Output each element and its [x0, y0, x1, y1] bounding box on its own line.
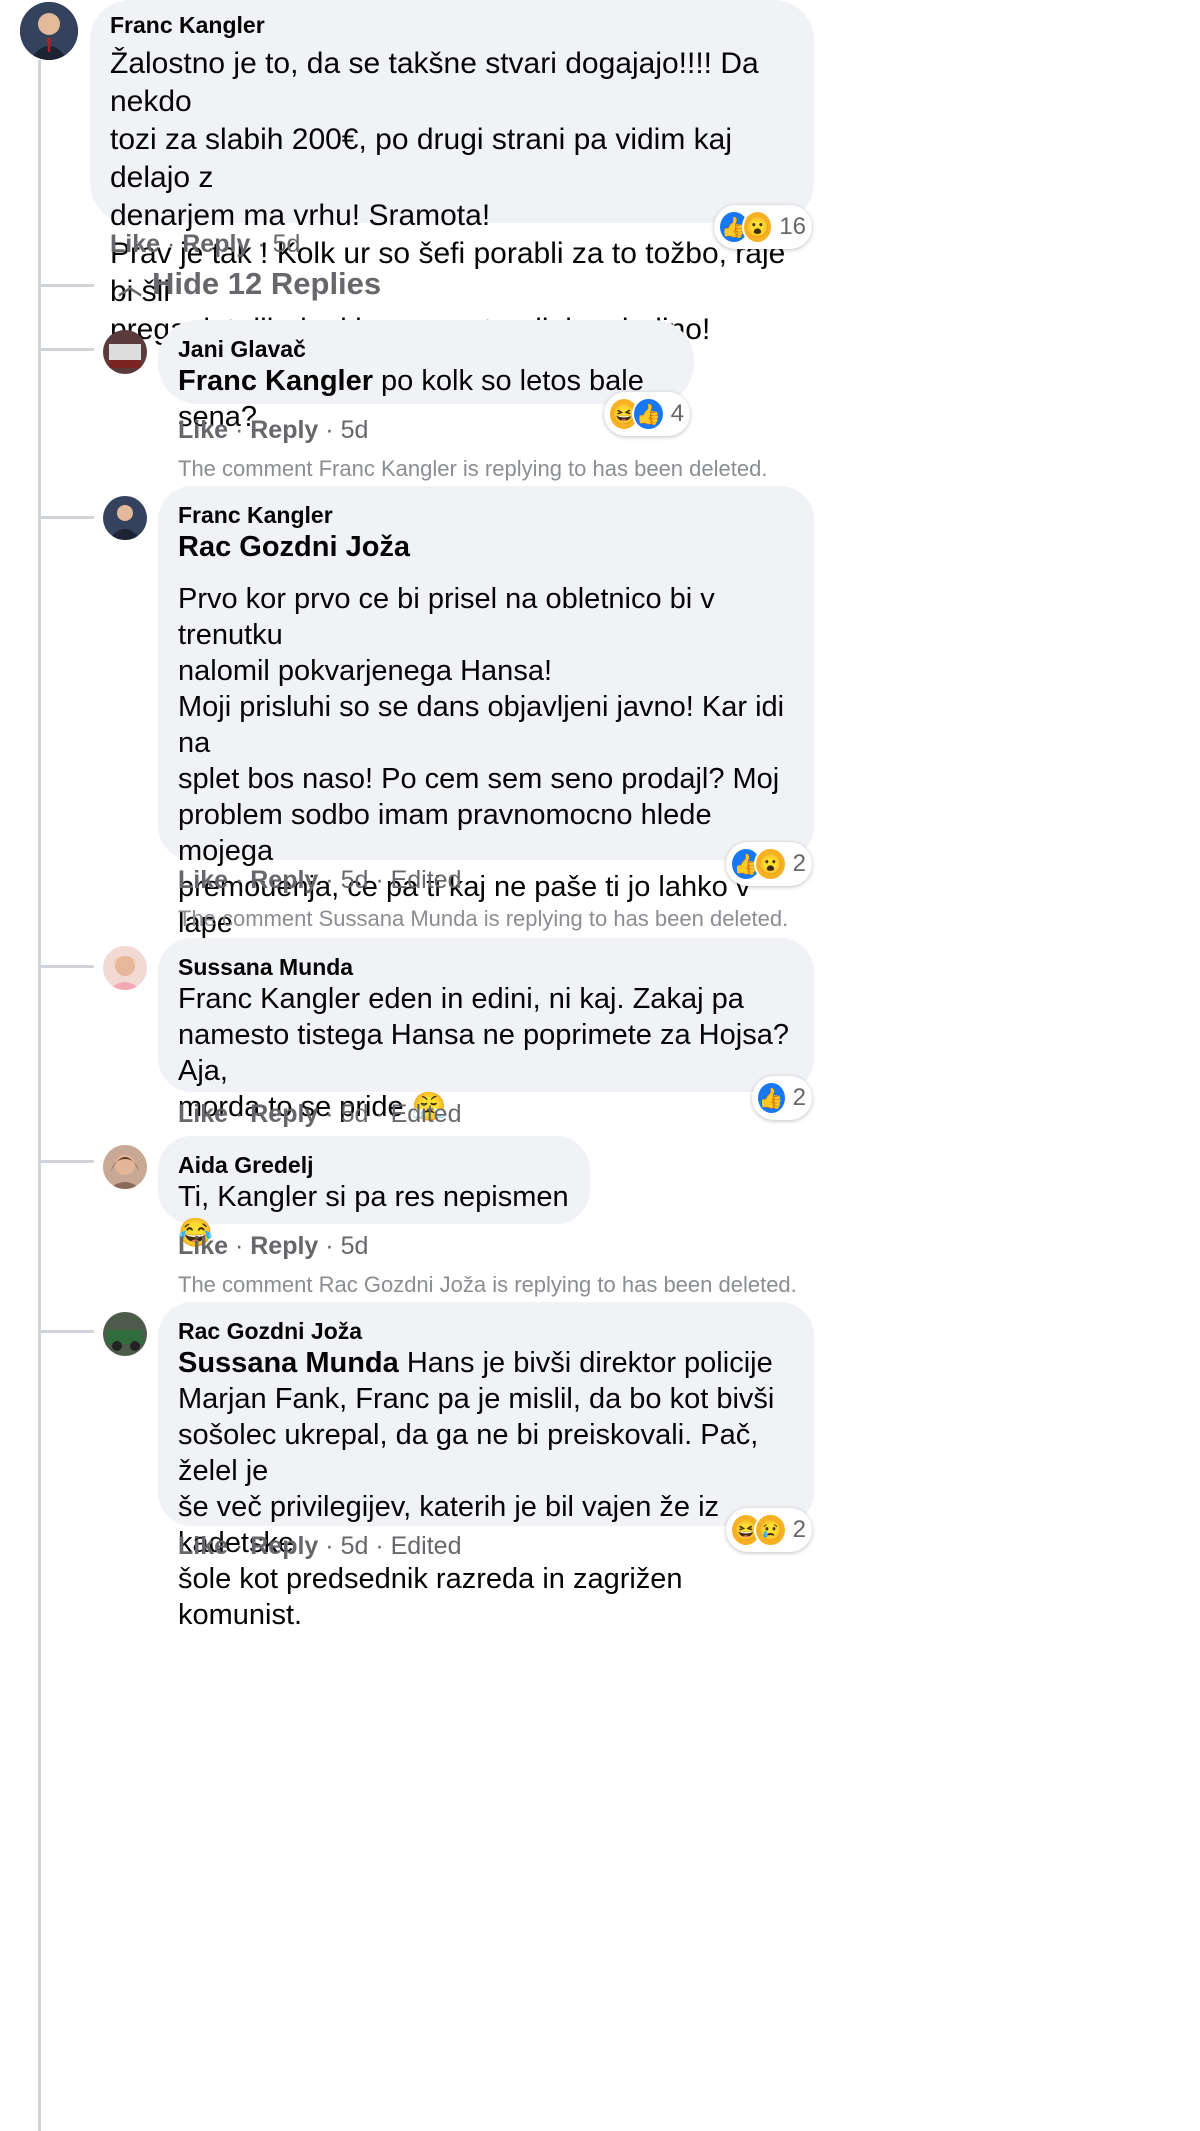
reply-button[interactable]: Reply	[250, 416, 318, 444]
comment-author[interactable]: Franc Kangler	[178, 502, 794, 529]
like-button[interactable]: Like	[178, 1232, 228, 1260]
reaction-count: 2	[792, 1516, 806, 1543]
reply-button[interactable]: Reply	[250, 1532, 318, 1560]
reaction-summary[interactable]: 😆 😢 2	[726, 1508, 812, 1552]
like-button[interactable]: Like	[110, 230, 160, 258]
hide-replies-button[interactable]: ︿ Hide 12 Replies	[118, 266, 381, 302]
comment-actions: Like · Reply · 5d · Edited	[178, 866, 462, 894]
reaction-summary[interactable]: 😆 👍 4	[604, 392, 690, 436]
comment-author[interactable]: Rac Gozdni Joža	[178, 1318, 794, 1345]
reply-bubble: Aida Gredelj Ti, Kangler si pa res nepis…	[158, 1136, 590, 1248]
deleted-notice: The comment Sussana Munda is replying to…	[178, 906, 789, 931]
timestamp[interactable]: 5d	[341, 1532, 369, 1560]
comment-actions: Like · Reply · 5d · Edited	[178, 1532, 462, 1560]
reply-bubble: Sussana Munda Franc Kangler eden in edin…	[158, 938, 814, 1123]
comment-text: Žalostno je to, da se takšne stvari doga…	[110, 47, 786, 346]
comment-author[interactable]: Franc Kangler	[110, 12, 792, 39]
thread-branch	[38, 1160, 94, 1163]
comment-text: Sussana Munda Hans je bivši direktor pol…	[178, 1347, 775, 1631]
mention-link[interactable]: Rac Gozdni Joža	[178, 531, 410, 563]
reply-bubble: Jani Glavač Franc Kangler po kolk so let…	[158, 320, 694, 433]
comment-actions: Like · Reply · 5d	[178, 1232, 369, 1260]
edited-label: Edited	[390, 866, 462, 894]
timestamp[interactable]: 5d	[341, 416, 369, 444]
reaction-count: 4	[670, 400, 684, 427]
reaction-count: 16	[779, 213, 806, 240]
reaction-summary[interactable]: 👍 2	[752, 1076, 812, 1120]
thread-branch	[38, 965, 94, 968]
mention-link[interactable]: Sussana Munda	[178, 1347, 399, 1379]
reaction-count: 2	[792, 1084, 806, 1111]
comment-text: Rac Gozdni Joža	[178, 529, 794, 565]
avatar[interactable]	[103, 1312, 147, 1356]
comment-author[interactable]: Sussana Munda	[178, 954, 794, 981]
comment-actions: Like · Reply · 5d · Edited	[178, 1100, 462, 1128]
reply-button[interactable]: Reply	[250, 1232, 318, 1260]
edited-label: Edited	[390, 1100, 462, 1128]
reply-button[interactable]: Reply	[250, 1100, 318, 1128]
avatar[interactable]	[103, 946, 147, 990]
main-comment-bubble: Franc Kangler Žalostno je to, da se takš…	[90, 0, 814, 346]
reply-bubble: Rac Gozdni Joža Sussana Munda Hans je bi…	[158, 1302, 814, 1631]
comment-actions: Like · Reply · 5d	[110, 230, 301, 258]
timestamp[interactable]: 5d	[273, 230, 301, 258]
mention-link[interactable]: Franc Kangler	[178, 365, 373, 397]
timestamp[interactable]: 5d	[341, 866, 369, 894]
like-button[interactable]: Like	[178, 416, 228, 444]
like-button[interactable]: Like	[178, 1100, 228, 1128]
thread-branch	[38, 348, 94, 351]
comment-author[interactable]: Jani Glavač	[178, 336, 676, 363]
avatar[interactable]	[103, 1145, 147, 1189]
like-button[interactable]: Like	[178, 866, 228, 894]
thread-line	[38, 60, 41, 2131]
avatar[interactable]	[103, 330, 147, 374]
reply-button[interactable]: Reply	[250, 866, 318, 894]
deleted-notice: The comment Rac Gozdni Joža is replying …	[178, 1272, 797, 1297]
comment-actions: Like · Reply · 5d	[178, 416, 369, 444]
thread-branch	[38, 1330, 94, 1333]
sad-icon: 😢	[754, 1513, 787, 1547]
reply-bubble: Franc Kangler Rac Gozdni Joža Prvo kor p…	[158, 486, 814, 1083]
reaction-count: 2	[792, 850, 806, 877]
like-button[interactable]: Like	[178, 1532, 228, 1560]
chevron-up-icon: ︿	[118, 273, 142, 300]
comment-author[interactable]: Aida Gredelj	[178, 1152, 570, 1179]
reaction-summary[interactable]: 👍 😮 16	[714, 205, 812, 249]
avatar[interactable]	[103, 496, 147, 540]
timestamp[interactable]: 5d	[341, 1100, 369, 1128]
edited-label: Edited	[390, 1532, 462, 1560]
avatar[interactable]	[20, 2, 78, 60]
timestamp[interactable]: 5d	[341, 1232, 369, 1260]
reply-button[interactable]: Reply	[182, 230, 250, 258]
like-icon: 👍	[756, 1081, 787, 1115]
like-icon: 👍	[632, 397, 665, 431]
wow-icon: 😮	[741, 210, 774, 244]
wow-icon: 😮	[754, 847, 787, 881]
thread-branch	[38, 284, 94, 287]
reaction-summary[interactable]: 👍 😮 2	[726, 842, 812, 886]
thread-branch	[38, 516, 94, 519]
deleted-notice: The comment Franc Kangler is replying to…	[178, 456, 768, 481]
